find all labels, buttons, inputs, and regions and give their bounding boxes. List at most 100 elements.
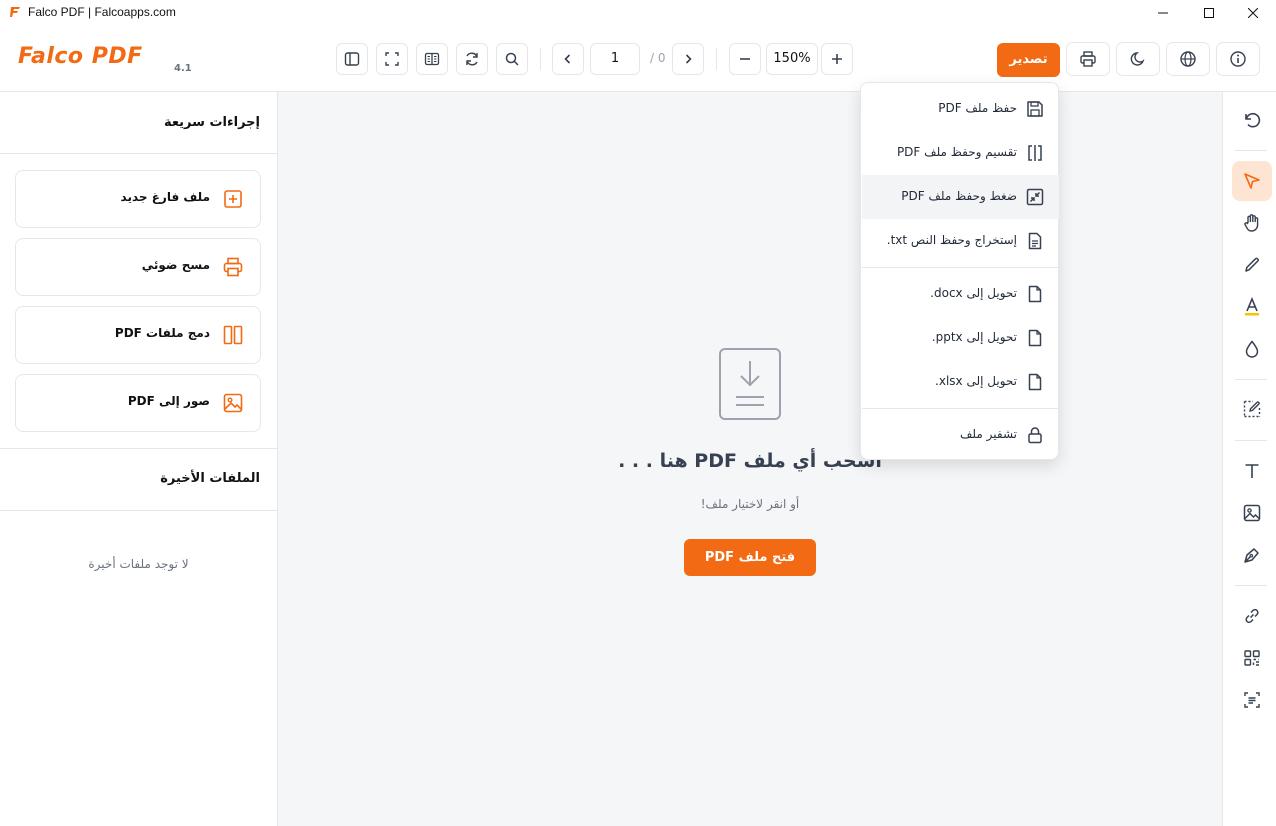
menu-item-label: تحويل إلى docx.	[930, 286, 1017, 300]
next-page-button[interactable]	[672, 43, 704, 75]
menu-item-save-pdf[interactable]: حفظ ملف PDF	[862, 87, 1059, 131]
highlight-text-button[interactable]	[1232, 287, 1272, 327]
rail-divider	[1235, 440, 1267, 441]
edit-area-button[interactable]	[1232, 389, 1272, 429]
zoom-level-input[interactable]: 150%	[766, 43, 818, 75]
recent-files-title: الملفات الأخيرة	[160, 471, 260, 486]
select-tool-button[interactable]	[1232, 161, 1272, 201]
image-icon	[1243, 504, 1261, 522]
hand-icon	[1244, 214, 1259, 232]
info-button[interactable]	[1216, 42, 1260, 76]
window-title: Falco PDF | Falcoapps.com	[28, 5, 176, 19]
text-file-icon	[1028, 232, 1042, 250]
toggle-sidebar-button[interactable]	[336, 43, 368, 75]
images-to-pdf-button[interactable]: صور إلى PDF	[15, 374, 261, 432]
menu-item-label: تقسيم وحفظ ملف PDF	[896, 145, 1017, 159]
menu-item-convert-xlsx[interactable]: تحويل إلى xlsx.	[862, 360, 1059, 404]
scan-text-icon	[1244, 692, 1260, 708]
title-bar: Falco PDF | Falcoapps.com	[0, 0, 1276, 26]
image-tool-button[interactable]	[1232, 493, 1272, 533]
menu-item-convert-pptx[interactable]: تحويل إلى pptx.	[862, 316, 1059, 360]
printer-icon	[223, 257, 243, 277]
file-download-icon	[719, 348, 781, 420]
print-button[interactable]	[1066, 42, 1110, 76]
new-blank-file-button[interactable]: ملف فارغ جديد	[15, 170, 261, 228]
divider	[0, 510, 277, 511]
globe-icon	[1180, 51, 1196, 67]
rail-divider	[1235, 150, 1267, 151]
close-button[interactable]	[1230, 0, 1276, 26]
zoom-in-button[interactable]	[821, 43, 853, 75]
divider	[0, 448, 277, 449]
search-button[interactable]	[496, 43, 528, 75]
action-label: صور إلى PDF	[127, 394, 210, 408]
action-label: مسح ضوئي	[141, 258, 210, 272]
menu-divider	[862, 267, 1059, 268]
draw-tool-button[interactable]	[1232, 245, 1272, 285]
pencil-icon	[1245, 257, 1259, 272]
rotate-button[interactable]	[456, 43, 488, 75]
text-highlight-icon	[1245, 297, 1259, 316]
text-icon	[1245, 464, 1259, 478]
minimize-button[interactable]	[1140, 0, 1186, 26]
minus-icon	[740, 58, 750, 60]
rail-divider	[1235, 379, 1267, 380]
drop-subtitle[interactable]: أو انقر لاختيار ملف!	[278, 497, 1222, 511]
refresh-icon	[466, 52, 478, 66]
info-icon	[1230, 51, 1246, 67]
page-number-input[interactable]: 1	[590, 43, 640, 75]
previous-page-button[interactable]	[552, 43, 584, 75]
scan-button[interactable]: مسح ضوئي	[15, 238, 261, 296]
menu-item-encrypt-file[interactable]: تشفير ملف	[862, 413, 1059, 457]
link-icon	[1245, 608, 1259, 624]
split-icon	[1028, 145, 1042, 161]
maximize-button[interactable]	[1186, 0, 1232, 26]
menu-item-extract-text[interactable]: إستخراج وحفظ النص txt.	[862, 219, 1059, 263]
file-icon	[1028, 285, 1042, 303]
export-button[interactable]: تصدير	[997, 43, 1060, 77]
signature-tool-button[interactable]	[1232, 535, 1272, 575]
lock-icon	[1028, 427, 1042, 444]
file-icon	[1028, 329, 1042, 347]
menu-item-compress-pdf[interactable]: ضغط وحفظ ملف PDF	[862, 175, 1059, 219]
page-total-label: / 0	[650, 51, 666, 65]
drop-zone[interactable]: اسحب أي ملف PDF هنا . . . أو انقر لاختيا…	[278, 92, 1222, 826]
menu-item-label: تشفير ملف	[960, 427, 1017, 441]
ocr-scan-button[interactable]	[1232, 680, 1272, 720]
dark-mode-button[interactable]	[1116, 42, 1160, 76]
reading-mode-button[interactable]	[416, 43, 448, 75]
version-label: 4.1	[174, 63, 192, 74]
menu-item-split-pdf[interactable]: تقسيم وحفظ ملف PDF	[862, 131, 1059, 175]
merge-pdf-button[interactable]: دمج ملفات PDF	[15, 306, 261, 364]
export-menu: حفظ ملف PDF تقسيم وحفظ ملف PDF ضغط وحفظ …	[860, 82, 1059, 460]
divider	[0, 153, 277, 154]
undo-button[interactable]	[1232, 100, 1272, 140]
menu-item-convert-docx[interactable]: تحويل إلى docx.	[862, 272, 1059, 316]
link-tool-button[interactable]	[1232, 596, 1272, 636]
ink-tool-button[interactable]	[1232, 329, 1272, 369]
hand-tool-button[interactable]	[1232, 203, 1272, 243]
search-icon	[505, 52, 519, 66]
main-toolbar: Falco PDF 4.1 1 / 0 150% تصدير	[0, 26, 1276, 92]
toolbar-divider	[716, 48, 717, 70]
qr-code-button[interactable]	[1232, 638, 1272, 678]
drop-title: اسحب أي ملف PDF هنا . . .	[618, 450, 882, 472]
cursor-arrow-icon	[1244, 173, 1260, 189]
language-button[interactable]	[1166, 42, 1210, 76]
book-icon	[424, 52, 440, 66]
zoom-out-button[interactable]	[729, 43, 761, 75]
menu-item-label: ضغط وحفظ ملف PDF	[901, 189, 1017, 203]
text-tool-button[interactable]	[1232, 451, 1272, 491]
chevron-left-icon	[564, 54, 571, 64]
pen-nib-icon	[1244, 548, 1259, 563]
fullscreen-icon	[385, 52, 399, 66]
plus-icon	[832, 54, 842, 64]
close-icon	[1248, 8, 1258, 18]
undo-icon	[1245, 112, 1261, 128]
save-icon	[1027, 101, 1043, 117]
fullscreen-button[interactable]	[376, 43, 408, 75]
minimize-icon	[1158, 12, 1168, 14]
open-pdf-button[interactable]: فتح ملف PDF	[684, 539, 816, 576]
quick-actions-title: إجراءات سريعة	[163, 115, 260, 130]
logo-text: Falco PDF	[18, 44, 143, 69]
